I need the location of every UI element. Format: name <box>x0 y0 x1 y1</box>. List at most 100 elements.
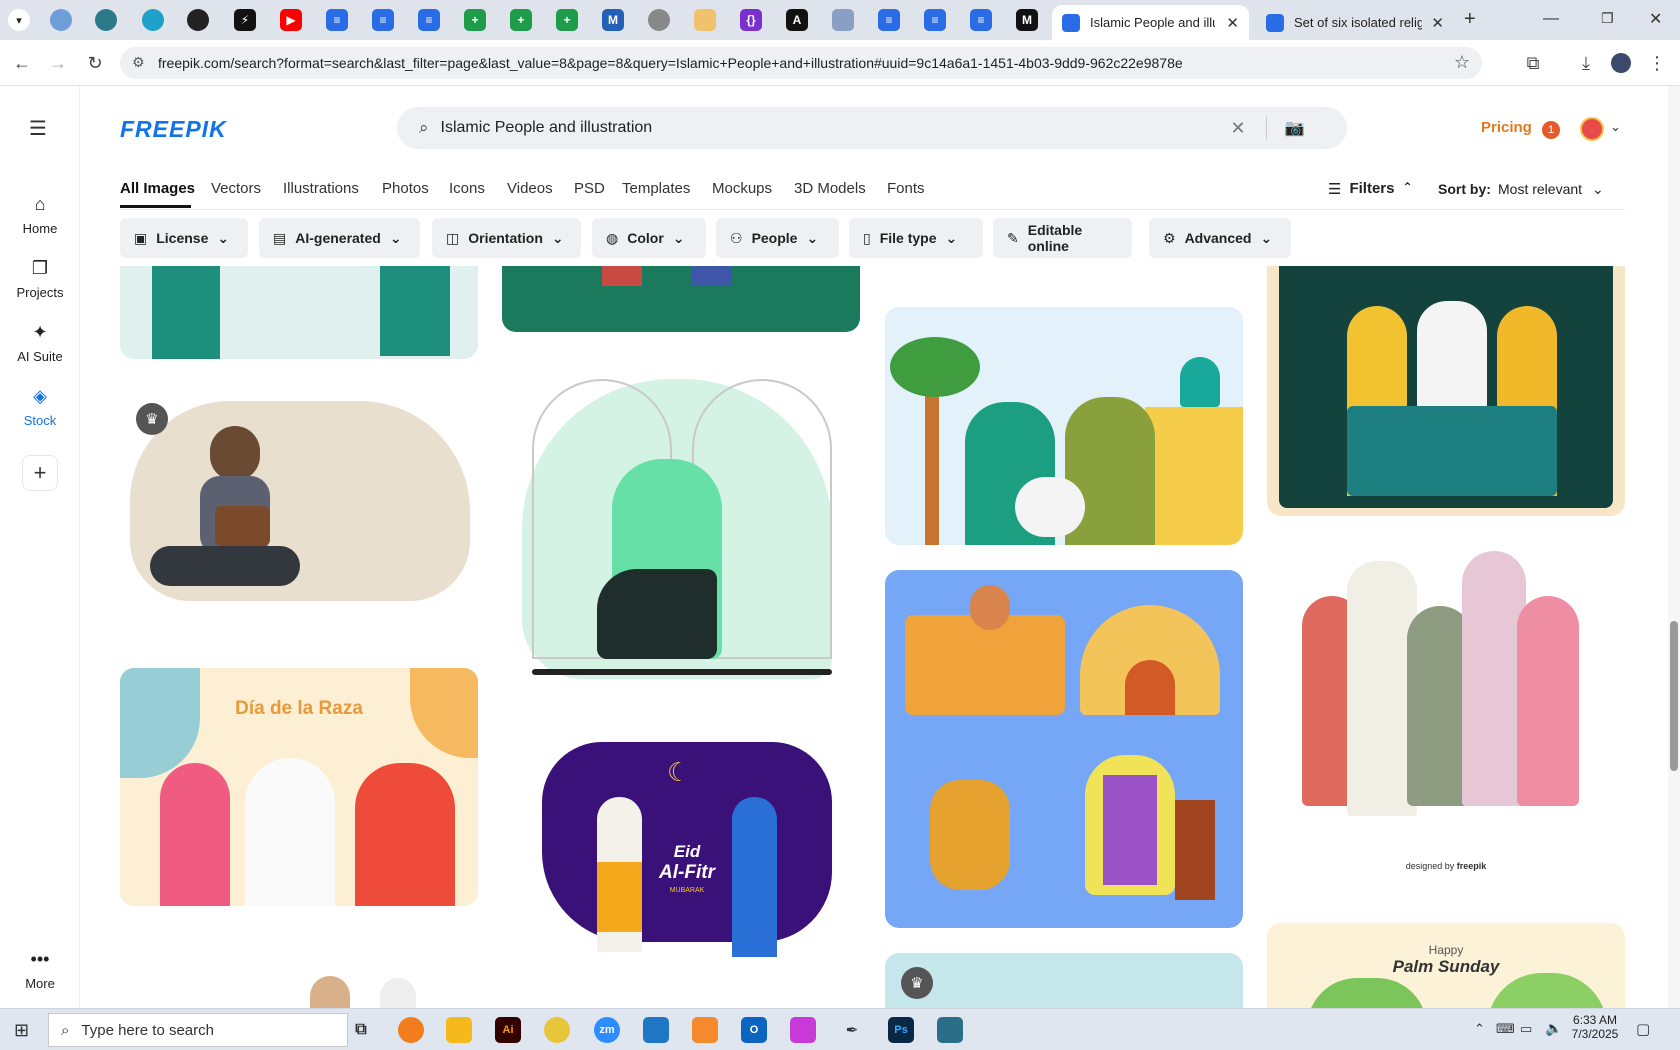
close-tab-icon[interactable]: ✕ <box>1226 14 1239 32</box>
app-icon[interactable] <box>937 1017 963 1043</box>
image-card[interactable] <box>885 307 1243 545</box>
sidebar-item-stock[interactable]: ◈ Stock <box>0 385 80 428</box>
vscode-icon[interactable] <box>643 1017 669 1043</box>
freepik-logo[interactable]: FREEPIK <box>120 116 227 143</box>
windows-start-icon[interactable]: ⊞ <box>14 1020 29 1041</box>
tab-icons[interactable]: Icons <box>449 180 485 197</box>
pinned-tab-icon[interactable] <box>648 9 670 31</box>
premium-crown-icon[interactable]: ♛ <box>136 403 168 435</box>
filter-ai-generated[interactable]: ▤ AI-generated ⌄ <box>259 218 420 258</box>
tab-fonts[interactable]: Fonts <box>887 180 925 197</box>
user-avatar[interactable] <box>1580 117 1604 141</box>
pinned-tab-icon[interactable] <box>187 9 209 31</box>
docs-icon[interactable]: ≡ <box>372 9 394 31</box>
image-card[interactable] <box>502 266 860 332</box>
sheets-icon[interactable]: + <box>556 9 578 31</box>
extensions-icon[interactable]: ⧉ <box>1521 51 1545 75</box>
pinned-tab-icon[interactable]: M <box>602 9 624 31</box>
pinned-tab-icon[interactable] <box>95 9 117 31</box>
taskbar-search[interactable]: ⌕ Type here to search <box>48 1013 348 1047</box>
chevron-down-icon[interactable]: ⌄ <box>1610 119 1621 135</box>
close-tab-icon[interactable]: ✕ <box>1431 14 1444 32</box>
search-input[interactable] <box>440 119 1221 137</box>
scrollbar-thumb[interactable] <box>1670 621 1678 771</box>
docs-icon[interactable]: ≡ <box>878 9 900 31</box>
filter-people[interactable]: ⚇ People ⌄ <box>716 218 839 258</box>
back-arrow-icon[interactable]: ← <box>10 51 34 75</box>
pinned-tab-icon[interactable]: ⚡ <box>234 9 256 31</box>
new-tab-button[interactable]: + <box>1464 8 1476 31</box>
minimize-icon[interactable]: — <box>1543 10 1559 28</box>
filters-toggle[interactable]: ☰ Filters ⌃ <box>1328 180 1413 198</box>
outlook-icon[interactable]: O <box>741 1017 767 1043</box>
notification-badge[interactable]: 1 <box>1542 121 1560 139</box>
address-bar[interactable]: ⚙ freepik.com/search?format=search&last_… <box>120 47 1482 79</box>
tab-search-button[interactable]: ▾ <box>8 9 30 31</box>
add-icon[interactable]: + <box>22 455 58 491</box>
tab-templates[interactable]: Templates <box>622 180 690 197</box>
tab-illustrations[interactable]: Illustrations <box>283 180 359 197</box>
browser-menu-icon[interactable]: ⋮ <box>1645 51 1669 75</box>
clear-search-icon[interactable]: ✕ <box>1231 118 1246 139</box>
bookmark-star-icon[interactable]: ☆ <box>1454 52 1470 73</box>
file-explorer-icon[interactable] <box>446 1017 472 1043</box>
pinned-tab-icon[interactable]: A <box>786 9 808 31</box>
tray-overflow-icon[interactable]: ⌃ <box>1474 1021 1485 1037</box>
notifications-icon[interactable]: ▢ <box>1636 1020 1650 1038</box>
image-card[interactable]: designed by freepik <box>1267 551 1625 886</box>
forward-arrow-icon[interactable]: → <box>46 51 70 75</box>
tab-all-images[interactable]: All Images <box>120 180 195 197</box>
sidebar-item-projects[interactable]: ❐ Projects <box>0 257 80 300</box>
pricing-link[interactable]: Pricing <box>1481 119 1532 136</box>
pinned-tab-icon[interactable] <box>50 9 72 31</box>
tab-six-isolated[interactable]: Set of six isolated religious ✕ <box>1256 5 1454 40</box>
sort-dropdown[interactable]: Most relevant ⌄ <box>1498 181 1604 198</box>
network-icon[interactable]: ⌨ <box>1496 1021 1515 1037</box>
image-card[interactable] <box>120 266 478 359</box>
tab-vectors[interactable]: Vectors <box>211 180 261 197</box>
docs-icon[interactable]: ≡ <box>418 9 440 31</box>
profile-avatar[interactable] <box>1611 53 1631 73</box>
docs-icon[interactable]: ≡ <box>924 9 946 31</box>
hamburger-menu-icon[interactable]: ☰ <box>29 116 47 141</box>
filter-color[interactable]: ◍ Color ⌄ <box>592 218 706 258</box>
docs-icon[interactable]: ≡ <box>326 9 348 31</box>
youtube-icon[interactable]: ▶ <box>280 9 302 31</box>
tab-3d-models[interactable]: 3D Models <box>794 180 866 197</box>
display-icon[interactable]: ▭ <box>1520 1021 1532 1037</box>
clock[interactable]: 6:33 AM 7/3/2025 <box>1570 1013 1620 1041</box>
image-card[interactable]: Happy Palm Sunday <box>1267 923 1625 1008</box>
pinned-tab-icon[interactable] <box>832 9 854 31</box>
restore-icon[interactable]: ❐ <box>1601 10 1614 27</box>
image-card[interactable] <box>885 570 1243 928</box>
photoshop-icon[interactable]: Ps <box>888 1017 914 1043</box>
tab-psd[interactable]: PSD <box>574 180 605 197</box>
reload-icon[interactable]: ↻ <box>83 51 107 75</box>
illustrator-icon[interactable]: Ai <box>495 1017 521 1043</box>
tab-videos[interactable]: Videos <box>507 180 553 197</box>
image-card[interactable]: Día de la Raza <box>120 668 478 906</box>
sidebar-item-ai-suite[interactable]: ✦ AI Suite <box>0 321 80 364</box>
pinned-tab-icon[interactable] <box>142 9 164 31</box>
sheets-icon[interactable]: + <box>510 9 532 31</box>
pen-tool-icon[interactable]: ✒ <box>839 1017 865 1043</box>
sheets-icon[interactable]: + <box>464 9 486 31</box>
filter-advanced[interactable]: ⚙ Advanced ⌄ <box>1149 218 1291 258</box>
premium-crown-icon[interactable]: ♛ <box>901 967 933 999</box>
page-scrollbar[interactable] <box>1668 86 1680 1008</box>
volume-icon[interactable]: 🔈 <box>1545 1020 1562 1037</box>
docs-icon[interactable]: ≡ <box>970 9 992 31</box>
firefox-icon[interactable] <box>398 1017 424 1043</box>
camera-search-icon[interactable]: 📷 <box>1285 118 1305 138</box>
site-info-icon[interactable]: ⚙ <box>132 54 145 71</box>
tab-mockups[interactable]: Mockups <box>712 180 772 197</box>
sidebar-item-more[interactable]: ••• More <box>0 948 80 991</box>
filter-license[interactable]: ▣ License ⌄ <box>120 218 248 258</box>
filter-editable-online[interactable]: ✎ Editable online <box>993 218 1132 258</box>
chrome-icon[interactable] <box>544 1017 570 1043</box>
close-window-icon[interactable]: ✕ <box>1649 9 1662 29</box>
sidebar-item-home[interactable]: ⌂ Home <box>0 193 80 236</box>
tab-islamic-people[interactable]: Islamic People and illustra ✕ <box>1052 5 1249 40</box>
image-card[interactable]: ♛ <box>885 953 1243 1008</box>
image-card[interactable]: ☾ Eid Al-Fitr MUBARAK <box>502 742 860 972</box>
